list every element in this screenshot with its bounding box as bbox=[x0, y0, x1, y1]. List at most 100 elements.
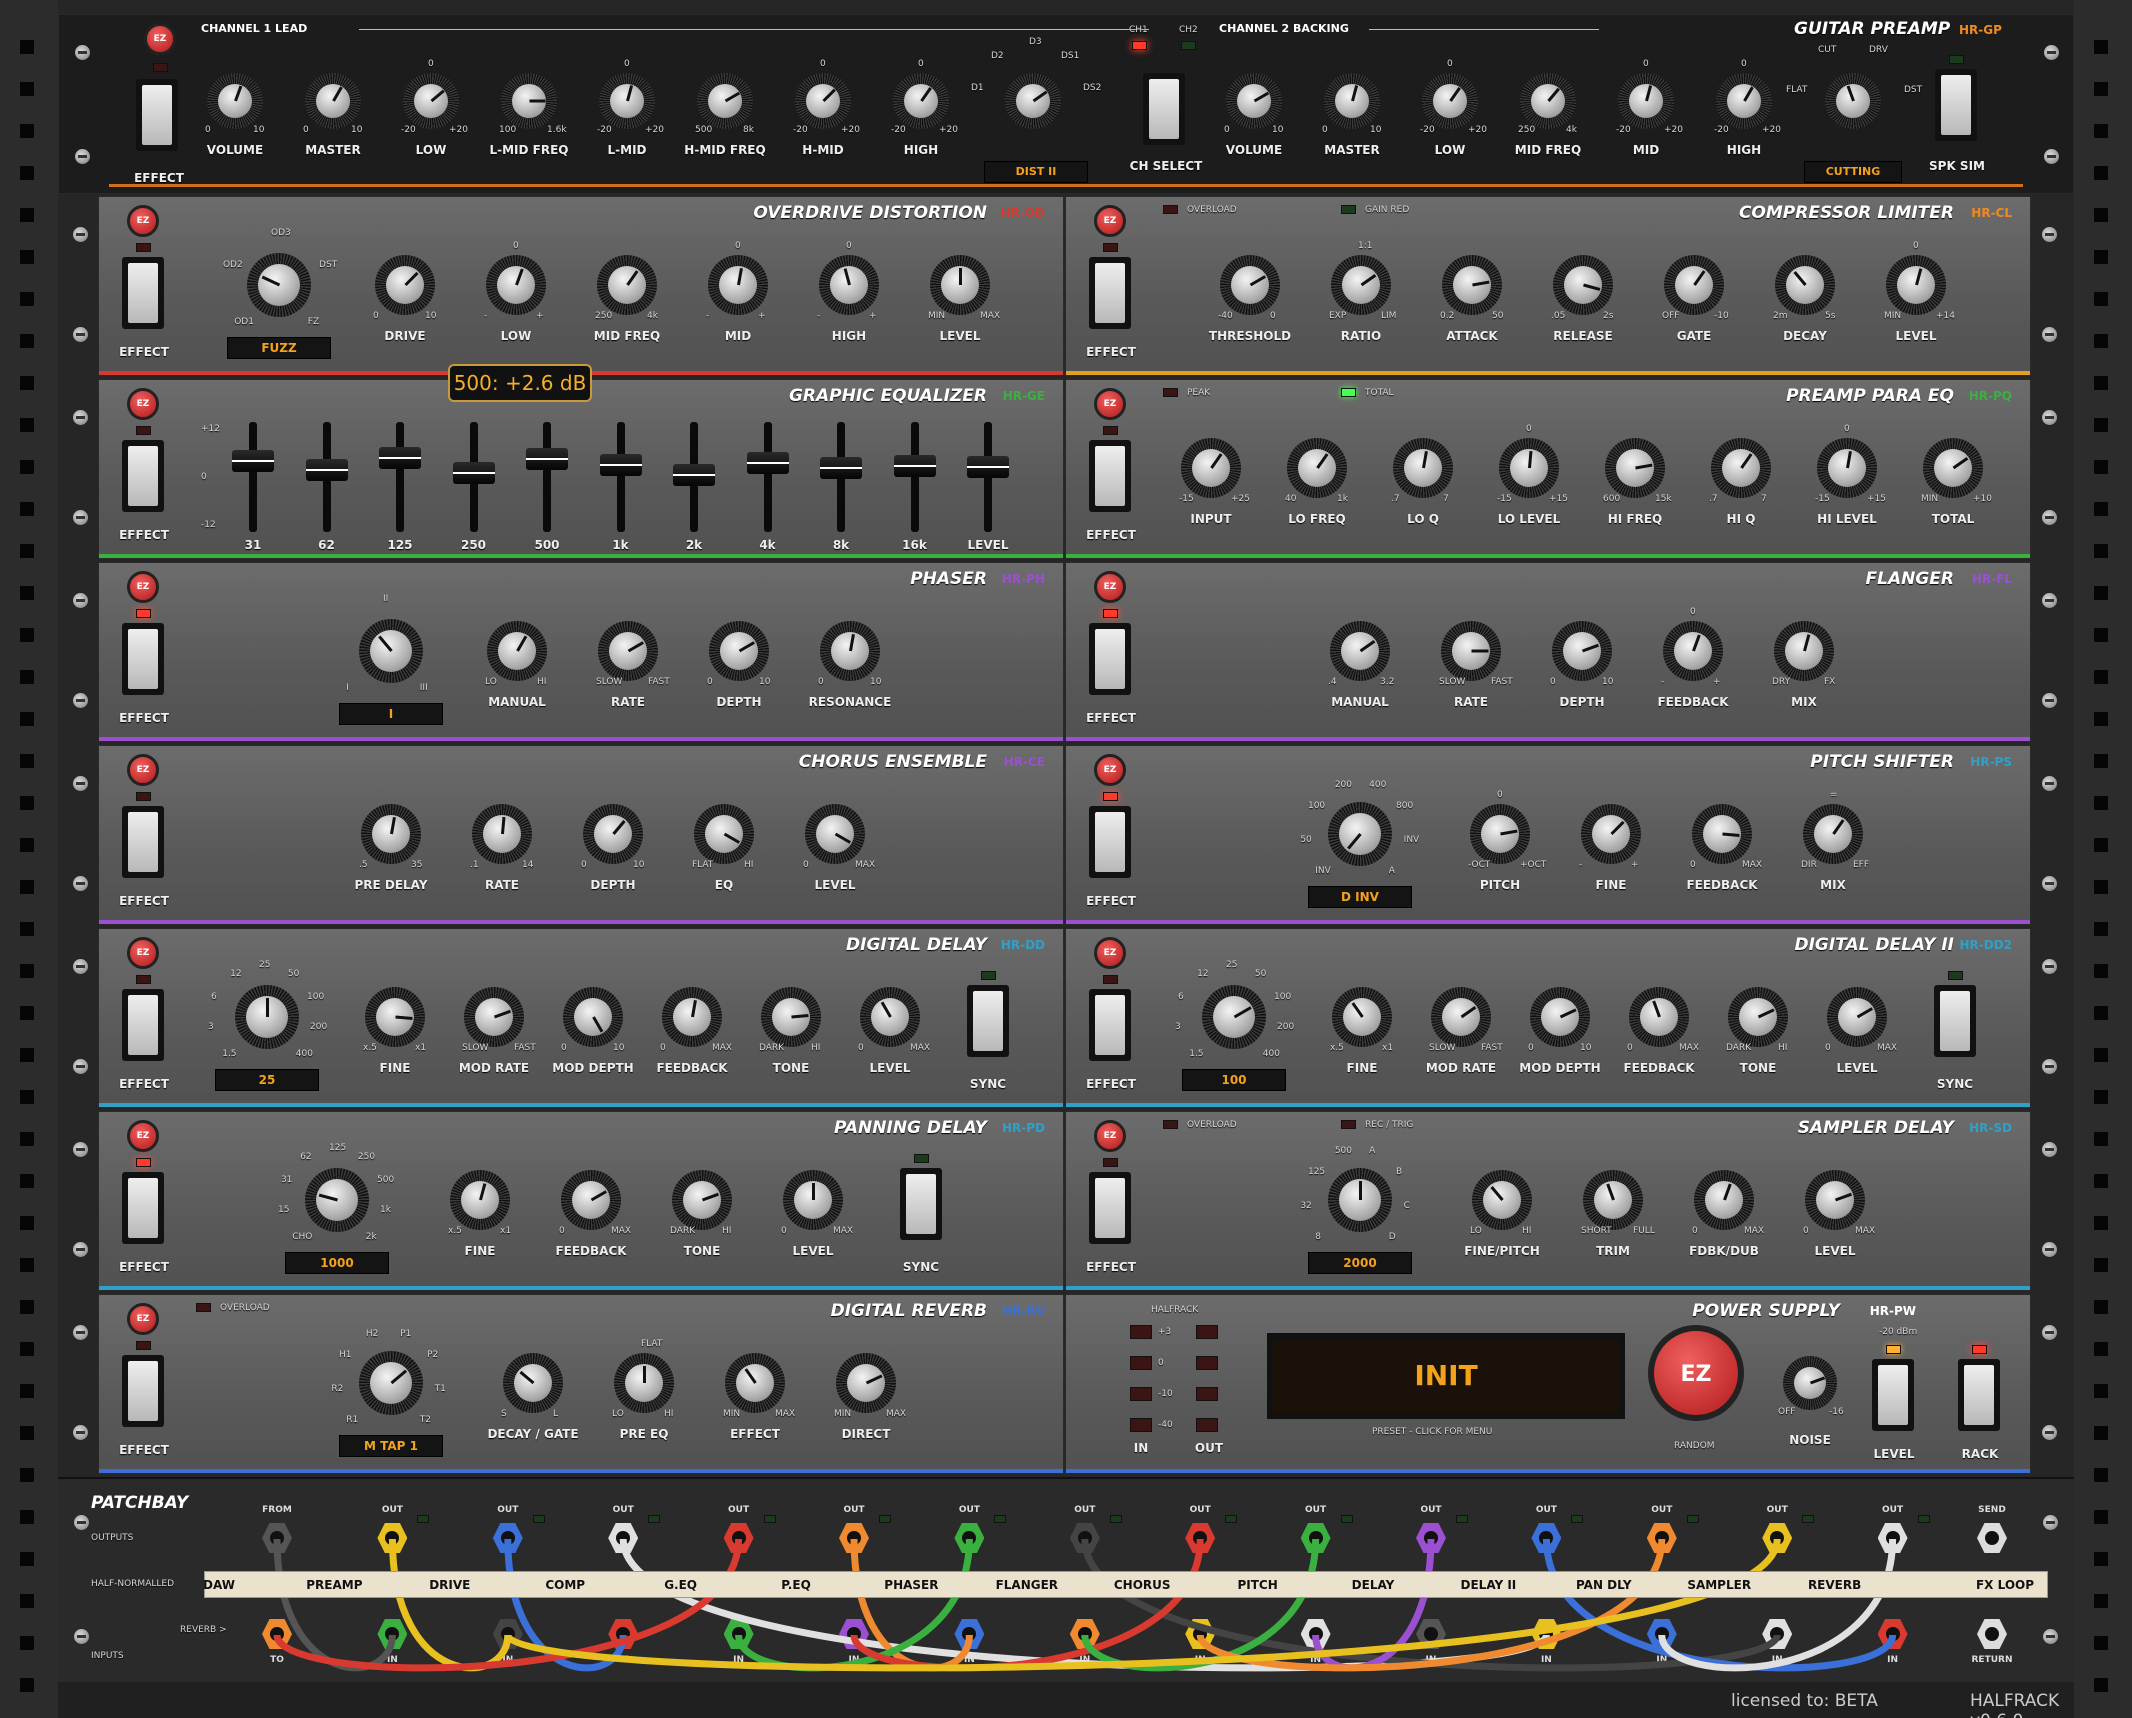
od-knob-low[interactable] bbox=[486, 255, 546, 315]
dd2-effect-switch[interactable] bbox=[1089, 989, 1131, 1061]
input-jack-p-eq[interactable] bbox=[839, 1619, 869, 1649]
pd-knob-fine[interactable] bbox=[450, 1170, 510, 1230]
od-knob-drive[interactable] bbox=[375, 255, 435, 315]
output-jack-delay-ii[interactable] bbox=[1531, 1523, 1562, 1553]
ge-fader-cap[interactable] bbox=[673, 464, 715, 487]
ps-mode-display[interactable]: D INV bbox=[1308, 886, 1412, 908]
ge-fader-cap[interactable] bbox=[305, 458, 348, 481]
rv-effect-switch[interactable] bbox=[122, 1355, 164, 1427]
patch-cable-2[interactable] bbox=[504, 1538, 627, 1672]
dd2-knob-level[interactable] bbox=[1827, 987, 1887, 1047]
ce-knob-depth[interactable] bbox=[583, 804, 643, 864]
ch2-knob-mid-freq[interactable] bbox=[1520, 73, 1576, 129]
return-jack[interactable] bbox=[1977, 1619, 2007, 1649]
pq-knob-lo-level[interactable] bbox=[1499, 438, 1559, 498]
pd-knob-tone[interactable] bbox=[672, 1170, 732, 1230]
output-jack-comp[interactable] bbox=[608, 1523, 639, 1553]
input-jack-daw[interactable] bbox=[262, 1619, 292, 1649]
pq-knob-lo-q[interactable] bbox=[1393, 438, 1453, 498]
rv-ez-button[interactable]: EZ bbox=[127, 1303, 159, 1335]
output-jack-pan-dly[interactable] bbox=[1646, 1523, 1677, 1553]
pw-noise-knob[interactable] bbox=[1783, 1356, 1837, 1410]
patch-cable-8[interactable] bbox=[850, 1538, 1204, 1672]
output-jack-pitch[interactable] bbox=[1300, 1523, 1331, 1553]
od-effect-switch[interactable] bbox=[122, 257, 164, 329]
ge-fader-8k[interactable] bbox=[820, 422, 862, 532]
input-jack-comp[interactable] bbox=[608, 1619, 639, 1649]
ch1-mode-knob[interactable] bbox=[1005, 73, 1061, 129]
dd2-knob-mod-depth[interactable] bbox=[1530, 987, 1590, 1047]
ps-knob-feedback[interactable] bbox=[1692, 804, 1752, 864]
pd-knob-level[interactable] bbox=[783, 1170, 843, 1230]
ch1-knob-master[interactable] bbox=[305, 73, 361, 129]
cl-knob-release[interactable] bbox=[1553, 255, 1613, 315]
cl-effect-switch[interactable] bbox=[1089, 257, 1131, 329]
ch1-knob-l-mid[interactable] bbox=[599, 73, 655, 129]
input-jack-g-eq[interactable] bbox=[723, 1619, 754, 1649]
ch-select-switch[interactable] bbox=[1143, 73, 1185, 145]
pq-knob-hi-level[interactable] bbox=[1817, 438, 1877, 498]
od-knob-level[interactable] bbox=[930, 255, 990, 315]
ph-mode-display[interactable]: I bbox=[339, 703, 443, 725]
ph-knob-rate[interactable] bbox=[598, 621, 658, 681]
ge-fader-2k[interactable] bbox=[673, 422, 715, 532]
dd2-mode-knob[interactable] bbox=[1202, 985, 1266, 1049]
ge-fader-cap[interactable] bbox=[599, 453, 642, 476]
cl-ez-button[interactable]: EZ bbox=[1094, 205, 1126, 237]
output-jack-phaser[interactable] bbox=[954, 1523, 985, 1553]
pq-knob-hi-q[interactable] bbox=[1711, 438, 1771, 498]
dd-knob-level[interactable] bbox=[860, 987, 920, 1047]
cl-knob-threshold[interactable] bbox=[1220, 255, 1280, 315]
input-jack-flanger[interactable] bbox=[1069, 1619, 1100, 1649]
fl-knob-feedback[interactable] bbox=[1663, 621, 1723, 681]
fl-knob-rate[interactable] bbox=[1441, 621, 1501, 681]
ge-fader-cap[interactable] bbox=[452, 461, 495, 484]
pw-preset-display[interactable]: INIT bbox=[1267, 1333, 1625, 1419]
fl-knob-mix[interactable] bbox=[1774, 621, 1834, 681]
pq-knob-hi-freq[interactable] bbox=[1605, 438, 1665, 498]
ce-knob-rate[interactable] bbox=[472, 804, 532, 864]
preamp-effect-switch[interactable] bbox=[136, 79, 178, 151]
output-jack-daw[interactable] bbox=[262, 1523, 292, 1553]
ge-ez-button[interactable]: EZ bbox=[127, 388, 159, 420]
ch1-knob-high[interactable] bbox=[893, 73, 949, 129]
od-knob-mid[interactable] bbox=[708, 255, 768, 315]
dd-mode-display[interactable]: 25 bbox=[215, 1069, 319, 1091]
ps-effect-switch[interactable] bbox=[1089, 806, 1131, 878]
ce-knob-eq[interactable] bbox=[694, 804, 754, 864]
patch-cable-5[interactable] bbox=[850, 1538, 973, 1672]
ge-fader-62[interactable] bbox=[305, 422, 348, 532]
input-jack-pitch[interactable] bbox=[1300, 1619, 1331, 1649]
output-jack-g-eq[interactable] bbox=[723, 1523, 754, 1553]
dd-mode-knob[interactable] bbox=[235, 985, 299, 1049]
sd-mode-knob[interactable] bbox=[1328, 1168, 1392, 1232]
rv-knob-direct[interactable] bbox=[836, 1353, 896, 1413]
pw-rack-switch[interactable] bbox=[1958, 1359, 2000, 1431]
ch2-knob-high[interactable] bbox=[1716, 73, 1772, 129]
output-jack-delay[interactable] bbox=[1416, 1523, 1446, 1553]
rv-mode-knob[interactable] bbox=[359, 1351, 423, 1415]
dd-effect-switch[interactable] bbox=[122, 989, 164, 1061]
dd2-ez-button[interactable]: EZ bbox=[1094, 937, 1126, 969]
ps-knob-pitch[interactable] bbox=[1470, 804, 1530, 864]
sd-knob-fdbk-dub[interactable] bbox=[1694, 1170, 1754, 1230]
ph-mode-knob[interactable] bbox=[359, 619, 423, 683]
input-jack-reverb[interactable] bbox=[1877, 1619, 1908, 1649]
ce-knob-level[interactable] bbox=[805, 804, 865, 864]
ps-ez-button[interactable]: EZ bbox=[1094, 754, 1126, 786]
sd-knob-level[interactable] bbox=[1805, 1170, 1865, 1230]
input-jack-preamp[interactable] bbox=[377, 1619, 408, 1649]
cl-knob-ratio[interactable] bbox=[1331, 255, 1391, 315]
sd-knob-fine-pitch[interactable] bbox=[1472, 1170, 1532, 1230]
pd-knob-feedback[interactable] bbox=[561, 1170, 621, 1230]
cl-knob-attack[interactable] bbox=[1442, 255, 1502, 315]
ge-fader-cap[interactable] bbox=[379, 446, 421, 469]
output-jack-preamp[interactable] bbox=[377, 1523, 408, 1553]
ch2-knob-low[interactable] bbox=[1422, 73, 1478, 129]
dd2-knob-fine[interactable] bbox=[1332, 987, 1392, 1047]
ce-effect-switch[interactable] bbox=[122, 806, 164, 878]
sd-knob-trim[interactable] bbox=[1583, 1170, 1643, 1230]
output-jack-drive[interactable] bbox=[492, 1523, 523, 1553]
fl-ez-button[interactable]: EZ bbox=[1094, 571, 1126, 603]
input-jack-chorus[interactable] bbox=[1185, 1619, 1216, 1649]
